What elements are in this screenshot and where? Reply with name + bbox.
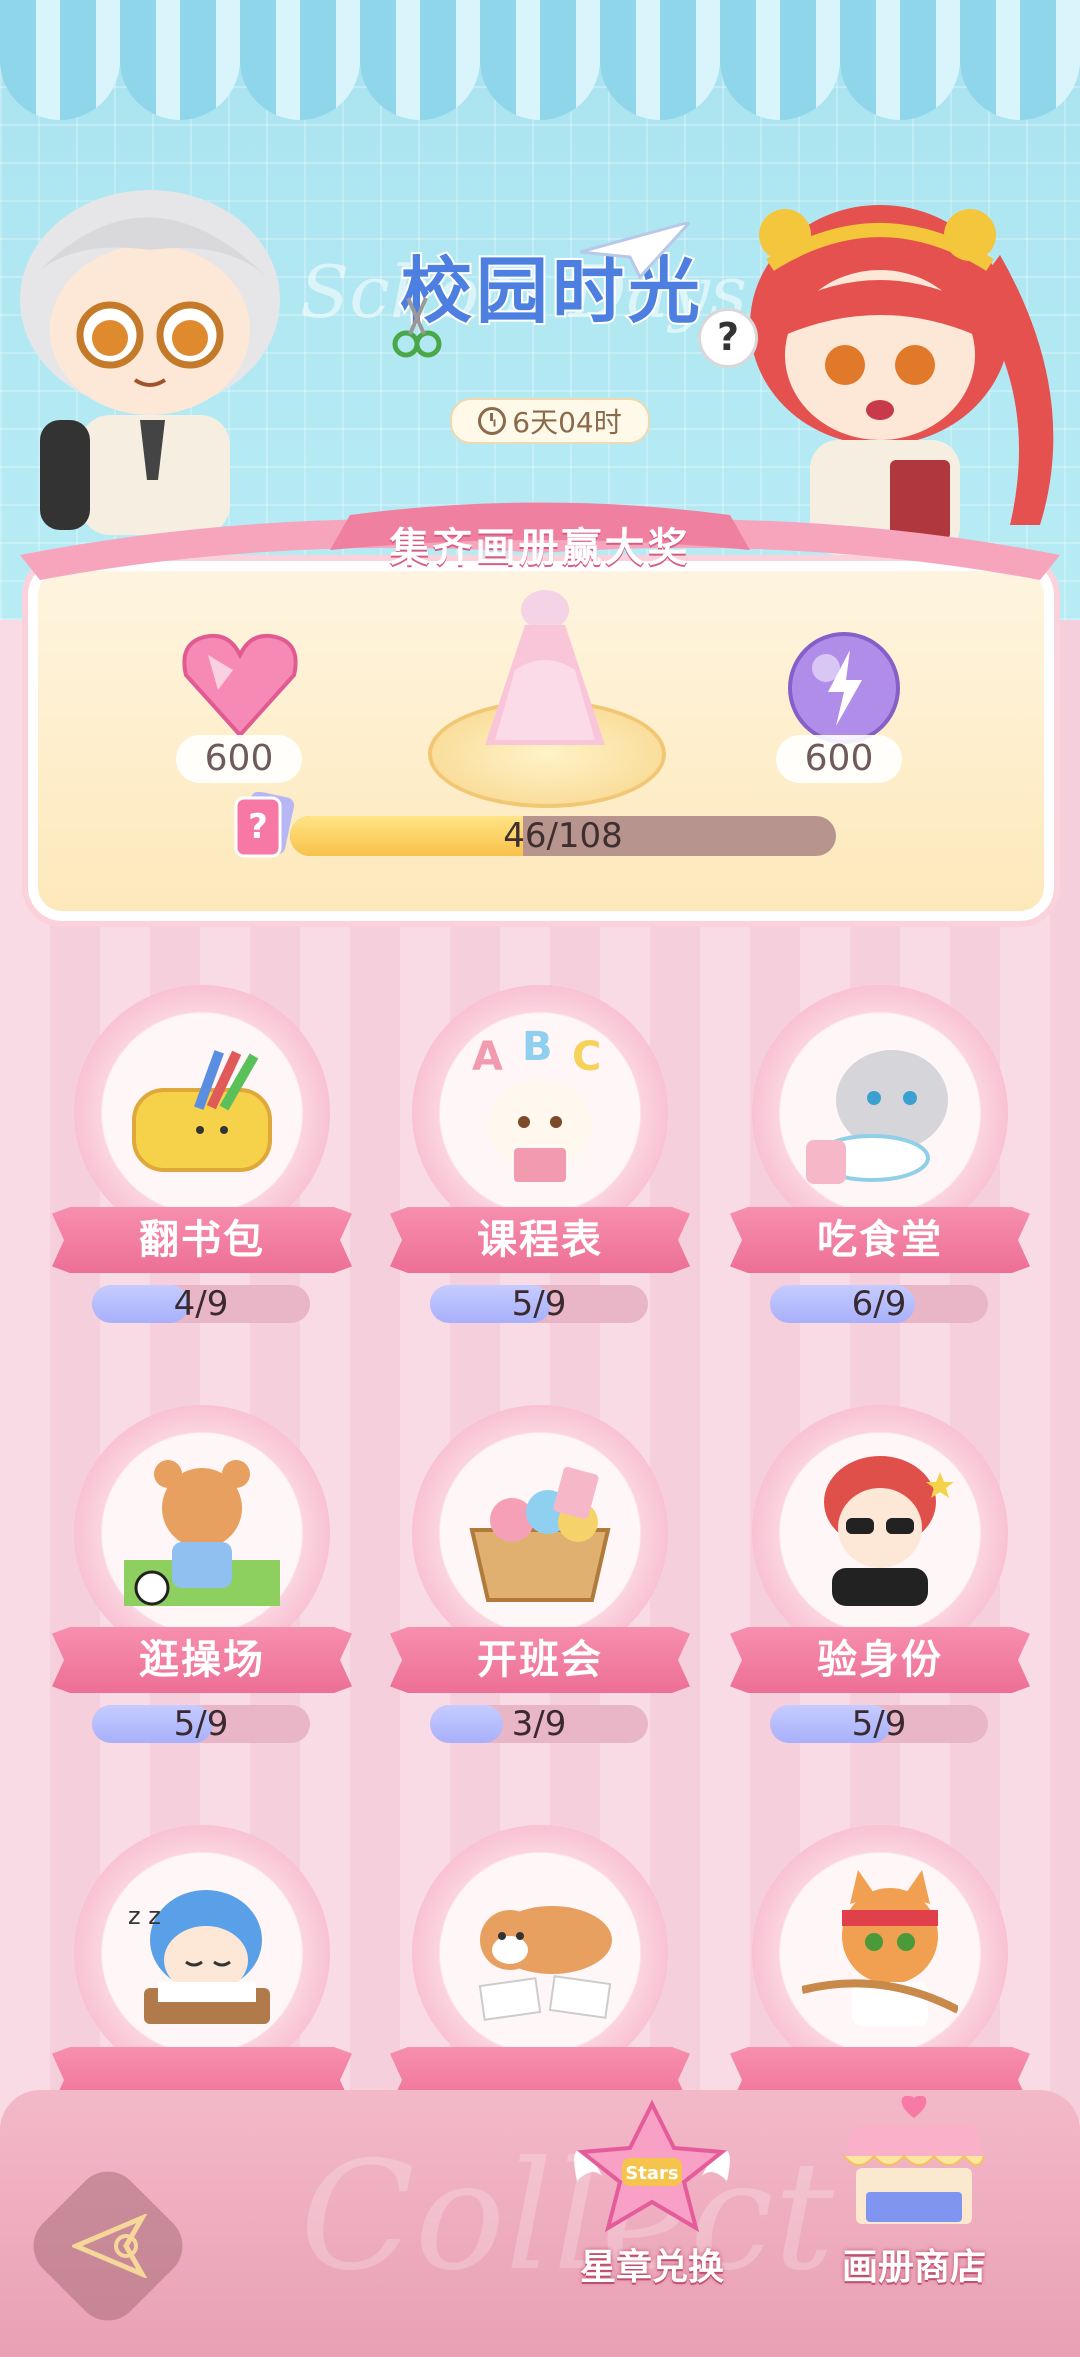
heart-gem-icon[interactable] (178, 630, 302, 740)
tile-progress-text: 6/9 (851, 1284, 907, 1324)
cat-rice-icon (806, 1050, 948, 1184)
tile-progress-text: 5/9 (511, 1284, 567, 1324)
abc-dog-icon: ABC (472, 1030, 601, 1182)
album-tile[interactable]: 翻书包 4/9 (52, 985, 352, 1365)
sunglasses-boy-icon (824, 1456, 954, 1606)
reward-left-amount: 600 (176, 735, 302, 783)
tile-label: 逛操场 (139, 1637, 265, 1683)
album-tile[interactable]: A B C 课程表 5/9 (390, 985, 690, 1365)
album-progress-text: 46/108 (503, 816, 623, 856)
album-tile[interactable]: 验身份 5/9 (730, 1405, 1030, 1785)
boy-glasses-character (20, 190, 280, 535)
svg-text:?: ? (248, 807, 268, 847)
shiba-icon (478, 1906, 612, 2021)
snack-basket-icon (469, 1467, 611, 1602)
pencil-case-icon (132, 1050, 272, 1172)
back-arrow-icon (72, 2214, 148, 2278)
paper-plane-icon (580, 222, 690, 280)
album-shop-label: 画册商店 (841, 2247, 986, 2288)
tile-progress-text: 4/9 (173, 1284, 229, 1324)
star-badge-icon: Stars (574, 2099, 730, 2233)
svg-text:B: B (522, 1030, 553, 1070)
svg-text:C: C (572, 1034, 601, 1080)
tile-progress-text: 3/9 (511, 1704, 567, 1744)
svg-text:A: A (472, 1034, 503, 1080)
album-tile[interactable]: 开班会 3/9 (390, 1405, 690, 1785)
tile-label: 验身份 (817, 1637, 943, 1683)
awning (0, 0, 1080, 120)
star-exchange-label: 星章兑换 (579, 2247, 724, 2288)
album-tile[interactable]: 逛操场 5/9 (52, 1405, 352, 1785)
help-button[interactable]: ? (698, 308, 758, 368)
timer-text: 6天04时 (512, 406, 622, 439)
stars-badge-text: Stars (625, 2163, 678, 2184)
star-exchange-button[interactable]: Stars 星章兑换 (562, 2096, 742, 2296)
tile-label: 翻书包 (139, 1217, 265, 1263)
reward-right-amount: 600 (776, 735, 902, 783)
album-tile[interactable]: 吃食堂 6/9 (730, 985, 1030, 1365)
scissors-icon (392, 297, 442, 358)
album-shop-button[interactable]: 画册商店 (824, 2096, 1004, 2296)
mystery-card-icon: ? (234, 792, 295, 858)
grand-prize-dress-icon[interactable] (455, 590, 635, 750)
tile-label: 课程表 (477, 1217, 603, 1263)
timer-badge: 6天04时 (450, 398, 650, 444)
lightning-orb-icon[interactable] (784, 628, 904, 748)
shop-stall-icon (843, 2096, 985, 2224)
headband-cat-icon (802, 1870, 958, 2026)
tile-label: 开班会 (477, 1637, 603, 1683)
clock-icon (478, 407, 507, 435)
banner-label: 集齐画册赢大奖 (389, 525, 691, 571)
tile-label: 吃食堂 (817, 1217, 943, 1263)
bear-soccer-icon (124, 1460, 280, 1606)
tile-progress-text: 5/9 (851, 1704, 907, 1744)
svg-text:z z: z z (128, 1902, 161, 1930)
tile-progress-text: 5/9 (173, 1704, 229, 1744)
sleeping-boy-icon: z z (128, 1890, 270, 2024)
